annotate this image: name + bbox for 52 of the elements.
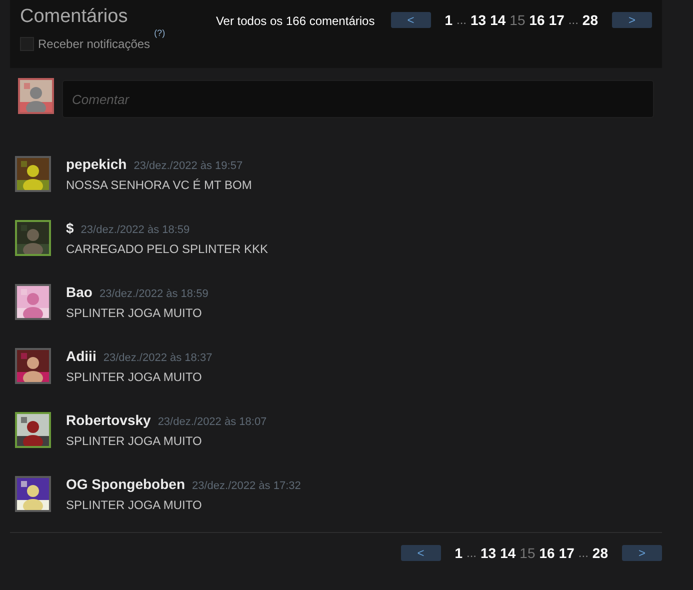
view-all-link[interactable]: Ver todos os 166 comentários: [216, 14, 375, 28]
page-link[interactable]: 17: [558, 545, 574, 561]
page-link[interactable]: 28: [582, 12, 598, 28]
comment-text: CARREGADO PELO SPLINTER KKK: [66, 242, 268, 256]
ellipsis: ...: [466, 546, 477, 560]
ellipsis: ...: [578, 546, 588, 560]
page-link[interactable]: 13: [480, 545, 496, 561]
page-link[interactable]: 1: [454, 545, 462, 561]
page-link[interactable]: 16: [539, 545, 555, 561]
avatar-frame[interactable]: [15, 476, 51, 512]
page-link[interactable]: 28: [592, 545, 608, 561]
avatar-frame[interactable]: [15, 412, 51, 448]
next-page-button[interactable]: >: [612, 12, 652, 28]
previous-page-button[interactable]: <: [390, 12, 431, 28]
comment-text: SPLINTER JOGA MUITO: [66, 306, 203, 320]
comment-date: 23/dez./2022 às 18:37: [103, 352, 212, 364]
avatar-frame[interactable]: [15, 156, 51, 192]
page-link[interactable]: 15: [510, 12, 526, 28]
next-page-button[interactable]: >: [622, 545, 662, 561]
comment-text: NOSSA SENHORA VC É MT BOM: [66, 178, 252, 192]
page-link[interactable]: 16: [529, 12, 545, 28]
avatar-frame[interactable]: [15, 284, 51, 320]
comment-date: 23/dez./2022 às 18:07: [158, 416, 267, 428]
page-link[interactable]: 15: [520, 545, 536, 561]
page-link[interactable]: 13: [470, 12, 486, 28]
page-link[interactable]: 14: [500, 545, 516, 561]
comment-date: 23/dez./2022 às 17:32: [192, 480, 301, 492]
author-name[interactable]: OG Spongeboben: [66, 476, 185, 492]
author-name[interactable]: Adiii: [66, 348, 96, 364]
ellipsis: ...: [456, 13, 467, 27]
section-title: Comentários: [20, 6, 129, 28]
comment-field[interactable]: Comentar: [62, 80, 654, 118]
author-name[interactable]: Bao: [66, 284, 92, 300]
author-name[interactable]: $: [66, 220, 74, 236]
checkbox-label: Receber notificações: [38, 37, 150, 51]
comment-date: 23/dez./2022 às 18:59: [99, 288, 208, 300]
author-name[interactable]: pepekich: [66, 156, 127, 172]
help-link[interactable]: (?): [154, 28, 166, 38]
ellipsis: ...: [568, 13, 578, 27]
page-link[interactable]: 14: [490, 12, 506, 28]
author-name[interactable]: Robertovsky: [66, 412, 151, 428]
comment-date: 23/dez./2022 às 19:57: [134, 160, 243, 172]
page-link[interactable]: 17: [548, 12, 564, 28]
comment-text: SPLINTER JOGA MUITO: [66, 370, 203, 384]
previous-page-button[interactable]: <: [400, 545, 441, 561]
comment-text: SPLINTER JOGA MUITO: [66, 434, 203, 448]
page-link[interactable]: 1: [444, 12, 452, 28]
comment-date: 23/dez./2022 às 18:59: [80, 224, 190, 236]
checkbox[interactable]: [20, 37, 34, 51]
avatar-frame[interactable]: [15, 220, 51, 256]
avatar-frame[interactable]: [15, 348, 51, 384]
comment-text: SPLINTER JOGA MUITO: [66, 498, 203, 512]
